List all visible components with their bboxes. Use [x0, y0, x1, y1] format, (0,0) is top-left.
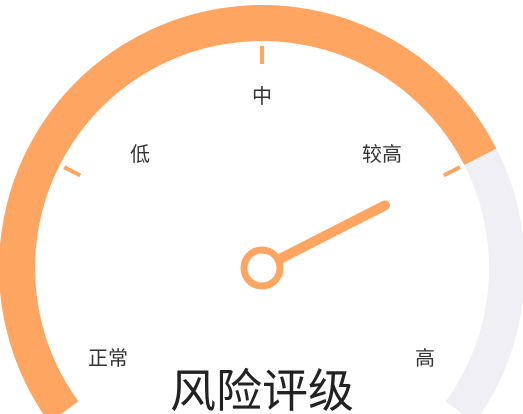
gauge-label-medium: 中: [252, 84, 272, 108]
gauge-progress-arc: [0, 5, 497, 414]
gauge-label-high: 高: [415, 346, 435, 370]
gauge-chart: 正常 低 中 较高 高 风险评级: [0, 5, 523, 414]
gauge-label-high-ish: 较高: [362, 142, 402, 166]
gauge-title: 风险评级: [170, 364, 354, 414]
gauge-pointer: [276, 200, 390, 264]
gauge-tick-high-ish: [442, 165, 461, 178]
risk-gauge: 正常 低 中 较高 高 风险评级: [0, 0, 523, 414]
gauge-label-low: 低: [130, 142, 150, 166]
gauge-pointer-hub: [240, 246, 284, 290]
gauge-tick-low: [63, 165, 82, 178]
gauge-label-normal: 正常: [88, 346, 128, 370]
